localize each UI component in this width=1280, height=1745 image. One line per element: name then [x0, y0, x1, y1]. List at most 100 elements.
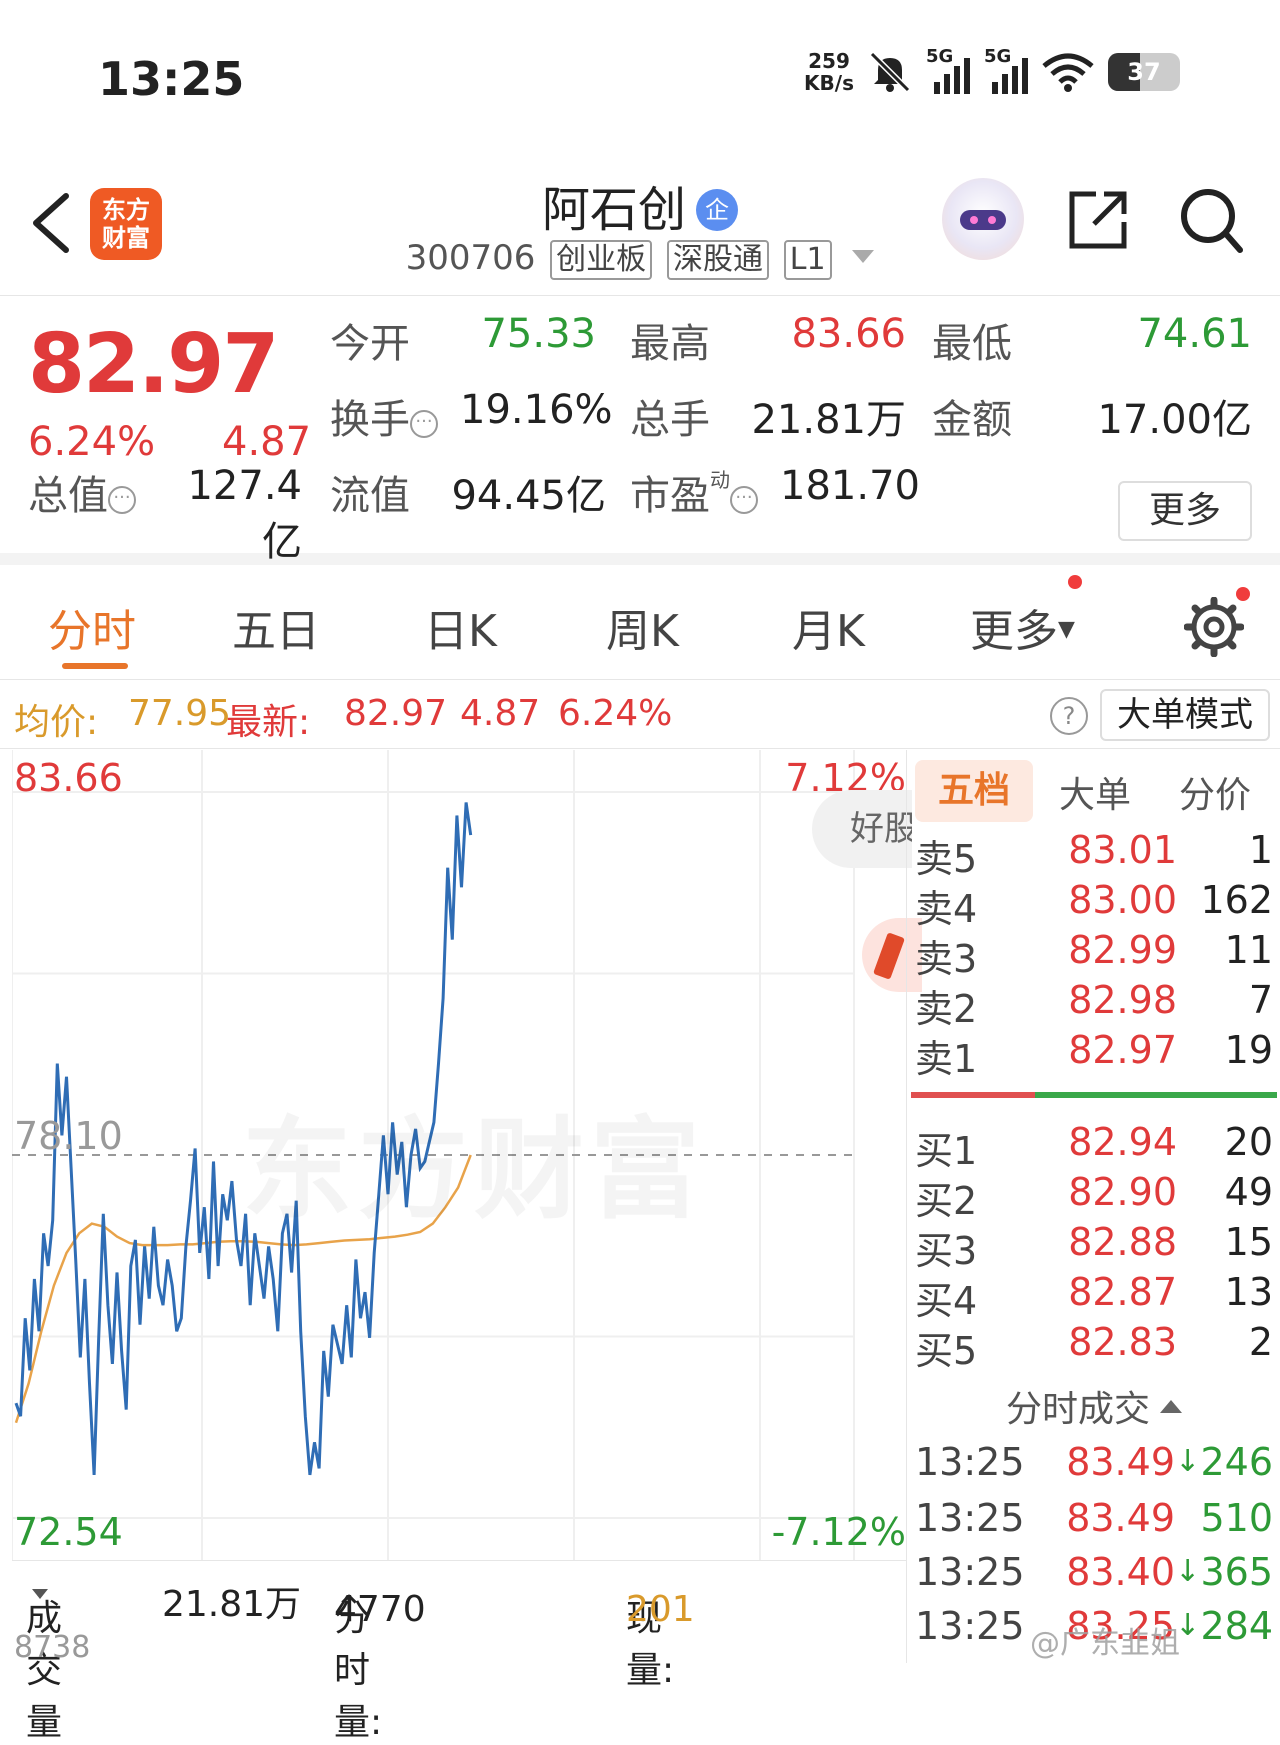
- tick-volume: 365: [1200, 1550, 1273, 1594]
- mktcap-value: 127.4亿: [187, 463, 302, 565]
- tab-intraday[interactable]: 分时: [48, 595, 136, 659]
- latest-label: 最新:: [226, 702, 311, 743]
- status-bar: 13:25 259 KB/s 5G 5G 37: [0, 0, 1280, 150]
- signal-2-icon: 5G: [984, 46, 1028, 94]
- intraday-chart[interactable]: 东方财富 83.66 72.54 78.10 7.12% -7.12% 好股: [12, 750, 922, 1560]
- share-icon[interactable]: [1066, 188, 1130, 252]
- tab-weekly-k[interactable]: 周K: [606, 595, 679, 659]
- ask-label: 卖3: [915, 937, 978, 981]
- battery-icon: 37: [1108, 53, 1180, 91]
- chart-tabs: 分时 五日 日K 周K 月K 更多▼: [0, 565, 1280, 680]
- status-icons: 259 KB/s 5G 5G 37: [804, 46, 1180, 94]
- ask-row: 卖3 82.99 11: [907, 928, 1280, 981]
- tick-time: 13:25: [915, 1440, 1025, 1484]
- down-arrow-icon: ↓: [1175, 1554, 1201, 1589]
- y-min-label: 72.54: [14, 1510, 123, 1554]
- tab-more[interactable]: 更多▼: [970, 595, 1075, 659]
- buy-sell-ratio-bar: [911, 1092, 1277, 1098]
- tab-daily-k[interactable]: 日K: [424, 595, 497, 659]
- order-book: 五档 大单 分价 卖5 83.01 1 卖4 83.00 162 卖3 82.99 11 卖…: [906, 750, 1280, 1663]
- tab-five-levels[interactable]: 五档: [915, 760, 1033, 822]
- bid-qty: 2: [1248, 1320, 1273, 1364]
- mktcap-label[interactable]: 总值 ···: [28, 463, 136, 521]
- tab-more-label: 更多: [970, 606, 1058, 657]
- ask-row: 卖1 82.97 19: [907, 1028, 1280, 1081]
- chevron-up-icon: [1160, 1400, 1182, 1413]
- tab-five-day[interactable]: 五日: [232, 595, 320, 659]
- net-speed: 259 KB/s: [804, 50, 854, 94]
- bid-label: 买1: [915, 1129, 978, 1173]
- tick-volume: 510: [1200, 1496, 1273, 1540]
- ask-label: 卖2: [915, 987, 978, 1031]
- bid-qty: 13: [1224, 1270, 1273, 1314]
- pe-label[interactable]: 市盈动···: [630, 463, 758, 521]
- ask-price: 82.98: [1068, 978, 1177, 1022]
- signal-1-icon: 5G: [926, 46, 970, 94]
- status-time: 13:25: [98, 52, 245, 106]
- ask-row: 卖2 82.98 7: [907, 978, 1280, 1031]
- bid-label: 买2: [915, 1179, 978, 1223]
- volume-total: 21.81万: [162, 1584, 302, 1625]
- bid-label: 买5: [915, 1329, 978, 1373]
- low-value: 74.61: [1137, 311, 1252, 357]
- big-order-mode-button[interactable]: 大单模式: [1100, 689, 1270, 741]
- more-button[interactable]: 更多: [1118, 481, 1252, 541]
- latest-change: 4.87: [460, 693, 541, 734]
- weibo-watermark: @广东韭姐: [1030, 1626, 1180, 1661]
- turnover-label[interactable]: 换手 ···: [330, 387, 438, 445]
- pe-value: 181.70: [780, 463, 920, 509]
- battery-level: 37: [1127, 58, 1161, 86]
- ask-qty: 162: [1200, 878, 1273, 922]
- tab-price-dist[interactable]: 分价: [1179, 766, 1251, 818]
- gear-icon[interactable]: [1184, 597, 1244, 657]
- volume-selector-label: 成交量: [26, 1598, 63, 1743]
- bid-price: 82.88: [1068, 1220, 1177, 1264]
- stock-code: 300706: [405, 238, 536, 278]
- avg-value: 77.95: [128, 693, 232, 734]
- tick-time: 13:25: [915, 1496, 1025, 1540]
- ask-qty: 7: [1248, 978, 1273, 1022]
- change-amount: 4.87: [222, 419, 312, 465]
- ticks-header[interactable]: 分时成交: [907, 1380, 1280, 1432]
- chevron-down-icon[interactable]: [852, 250, 875, 263]
- amount-value: 17.00亿: [1097, 397, 1252, 443]
- amount-label: 金额: [932, 397, 1012, 443]
- tab-big-orders[interactable]: 大单: [1059, 766, 1131, 818]
- bid-qty: 15: [1224, 1220, 1273, 1264]
- signal-2-tag: 5G: [984, 46, 1012, 67]
- order-book-tabs: 五档 大单 分价: [907, 754, 1280, 822]
- info-icon[interactable]: ···: [410, 410, 438, 438]
- bid-price: 82.90: [1068, 1170, 1177, 1214]
- pe-label-text: 市盈: [630, 473, 710, 519]
- bid-price: 82.94: [1068, 1120, 1177, 1164]
- tab-monthly-k[interactable]: 月K: [792, 595, 865, 659]
- mute-bell-icon: [869, 51, 911, 93]
- bid-row: 买2 82.90 49: [907, 1170, 1280, 1223]
- tick-row: 13:25 83.40 ↓ 365: [907, 1550, 1280, 1604]
- info-icon[interactable]: ···: [108, 486, 136, 514]
- ask-row: 卖4 83.00 162: [907, 878, 1280, 931]
- ask-price: 83.00: [1068, 878, 1177, 922]
- bid-row: 买4 82.87 13: [907, 1270, 1280, 1323]
- bid-price: 82.83: [1068, 1320, 1177, 1364]
- info-icon[interactable]: ···: [730, 486, 758, 514]
- period-volume-arrow: ↑: [334, 1589, 365, 1630]
- help-icon[interactable]: ?: [1050, 697, 1088, 735]
- y-mid-label: 78.10: [14, 1114, 123, 1158]
- tick-price: 83.49: [1066, 1440, 1175, 1484]
- search-icon[interactable]: [1178, 186, 1244, 256]
- enterprise-badge: 企: [696, 189, 738, 231]
- ask-price: 82.97: [1068, 1028, 1177, 1072]
- net-speed-value: 259: [808, 49, 850, 73]
- bid-qty: 20: [1224, 1120, 1273, 1164]
- tick-row: 13:25 83.49 ↓ 246: [907, 1440, 1280, 1494]
- bid-label: 买3: [915, 1229, 978, 1273]
- avg-label: 均价:: [14, 702, 99, 743]
- stock-name: 阿石创: [541, 182, 686, 238]
- volume-value: 21.81万: [751, 397, 906, 443]
- ask-label: 卖1: [915, 1037, 978, 1081]
- good-stock-tab[interactable]: 好股: [812, 790, 912, 868]
- assistant-robot-icon[interactable]: [942, 178, 1024, 260]
- ask-label: 卖5: [915, 837, 978, 881]
- latest-value: 82.97: [344, 693, 448, 734]
